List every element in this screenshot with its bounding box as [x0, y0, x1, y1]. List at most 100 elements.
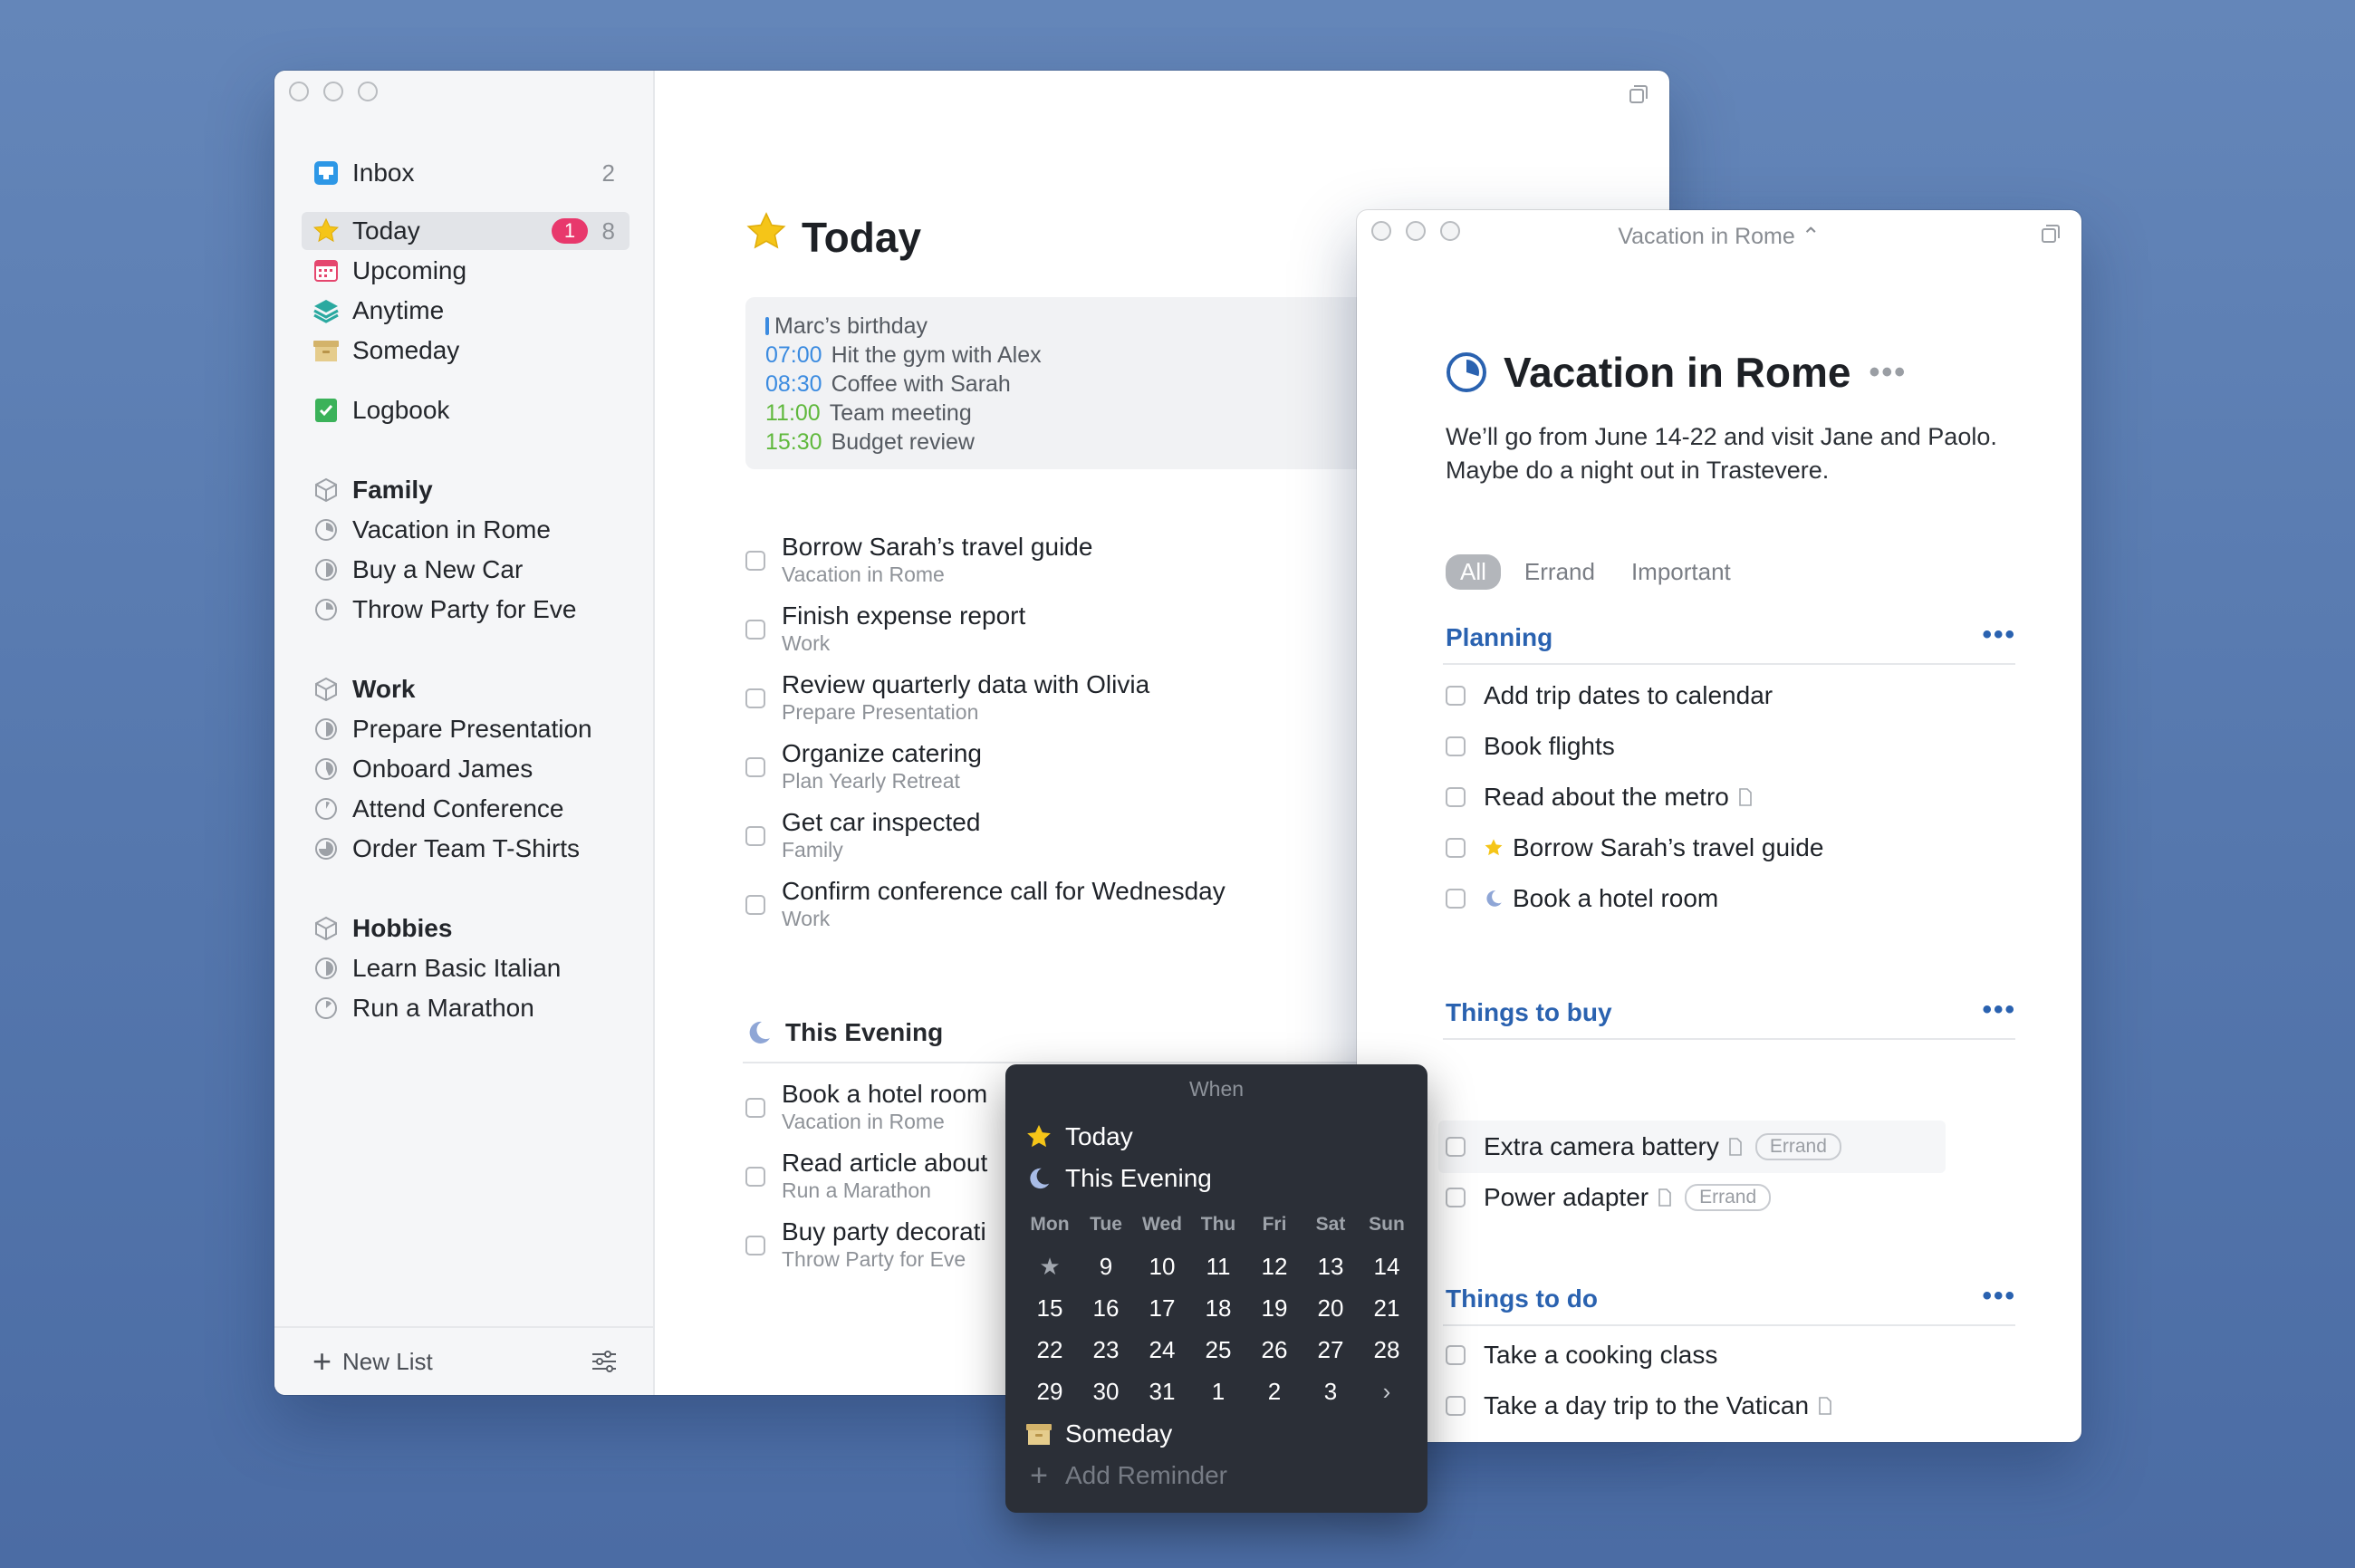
errand-tag[interactable]: Errand: [1754, 1133, 1841, 1160]
task-row[interactable]: Take a day trip to the Vatican: [1446, 1391, 1832, 1420]
date-cell[interactable]: 9: [1078, 1246, 1134, 1287]
sliders-icon[interactable]: [590, 1347, 619, 1376]
date-cell[interactable]: 23: [1078, 1329, 1134, 1371]
sidebar-item-someday[interactable]: Someday: [302, 332, 630, 370]
date-cell[interactable]: 11: [1190, 1246, 1246, 1287]
date-cell[interactable]: 26: [1246, 1329, 1302, 1371]
task-row[interactable]: Book a hotel room: [1446, 884, 1718, 913]
task-row[interactable]: Book a hotel room Vacation in Rome: [745, 1078, 987, 1132]
date-cell[interactable]: 10: [1134, 1246, 1190, 1287]
when-option-someday[interactable]: Someday: [1025, 1419, 1172, 1448]
sidebar-project-run-a-marathon[interactable]: Run a Marathon: [302, 989, 630, 1027]
task-row[interactable]: Buy party decorati Throw Party for Eve: [745, 1216, 986, 1270]
date-cell[interactable]: 19: [1246, 1287, 1302, 1329]
date-cell[interactable]: 14: [1359, 1246, 1415, 1287]
area-family[interactable]: Family: [302, 471, 630, 509]
heading-planning[interactable]: Planning •••: [1446, 620, 2016, 652]
date-cell[interactable]: 17: [1134, 1287, 1190, 1329]
sidebar-item-upcoming[interactable]: Upcoming: [302, 252, 630, 290]
date-cell[interactable]: 13: [1302, 1246, 1359, 1287]
task-row[interactable]: Extra camera battery Errand: [1446, 1132, 1841, 1161]
heading-more-button[interactable]: •••: [1982, 1281, 2016, 1312]
sidebar-item-anytime[interactable]: Anytime: [302, 292, 630, 330]
task-row[interactable]: Book flights: [1446, 732, 1615, 761]
task-checkbox[interactable]: [745, 1098, 765, 1118]
task-row[interactable]: Add trip dates to calendar: [1446, 681, 1773, 710]
area-hobbies[interactable]: Hobbies: [302, 909, 630, 948]
date-cell[interactable]: 25: [1190, 1329, 1246, 1371]
sidebar-project-throw-party-for-eve[interactable]: Throw Party for Eve: [302, 591, 630, 629]
date-cell[interactable]: 18: [1190, 1287, 1246, 1329]
task-checkbox[interactable]: [1446, 686, 1466, 706]
minimize-window-button[interactable]: [323, 82, 343, 101]
task-checkbox[interactable]: [1446, 1396, 1466, 1416]
task-checkbox[interactable]: [1446, 1137, 1466, 1157]
window-title[interactable]: Vacation in Rome ⌃: [1357, 223, 2081, 250]
heading-more-button[interactable]: •••: [1982, 995, 2016, 1025]
task-checkbox[interactable]: [1446, 787, 1466, 807]
date-cell[interactable]: 15: [1022, 1287, 1078, 1329]
project-more-button[interactable]: •••: [1869, 355, 1907, 390]
task-row[interactable]: Borrow Sarah’s travel guide: [1446, 833, 1823, 862]
sidebar-project-attend-conference[interactable]: Attend Conference: [302, 790, 630, 828]
task-row[interactable]: Take a cooking class: [1446, 1341, 1717, 1370]
next-month-chevron-icon[interactable]: ›: [1359, 1371, 1415, 1412]
sidebar-project-onboard-james[interactable]: Onboard James: [302, 750, 630, 788]
add-reminder-button[interactable]: + Add Reminder: [1025, 1458, 1227, 1493]
task-checkbox[interactable]: [1446, 838, 1466, 858]
tag-filter-all[interactable]: All: [1446, 554, 1501, 590]
task-checkbox[interactable]: [1446, 736, 1466, 756]
window-duplicate-icon[interactable]: [1628, 83, 1649, 105]
task-checkbox[interactable]: [745, 895, 765, 915]
task-row[interactable]: Read about the metro: [1446, 783, 1753, 812]
task-checkbox[interactable]: [1446, 889, 1466, 909]
date-cell[interactable]: 22: [1022, 1329, 1078, 1371]
date-cell[interactable]: 24: [1134, 1329, 1190, 1371]
task-checkbox[interactable]: [745, 826, 765, 846]
task-row[interactable]: Confirm conference call for Wednesday Wor…: [745, 875, 1226, 929]
project-notes[interactable]: We’ll go from June 14-22 and visit Jane …: [1446, 420, 2007, 487]
date-cell[interactable]: 1: [1190, 1371, 1246, 1412]
task-row[interactable]: Read article about Run a Marathon: [745, 1147, 987, 1201]
sidebar-project-vacation-in-rome[interactable]: Vacation in Rome: [302, 511, 630, 549]
date-cell-today[interactable]: ★: [1022, 1246, 1078, 1287]
when-option-today[interactable]: Today: [1025, 1122, 1133, 1151]
heading-things-to-buy[interactable]: Things to buy •••: [1446, 995, 2016, 1027]
task-checkbox[interactable]: [745, 1236, 765, 1255]
area-work[interactable]: Work: [302, 670, 630, 708]
task-row[interactable]: Power adapter Errand: [1446, 1183, 1772, 1212]
task-row[interactable]: Organize catering Plan Yearly Retreat: [745, 737, 982, 792]
date-cell[interactable]: 12: [1246, 1246, 1302, 1287]
task-row[interactable]: Review quarterly data with Olivia Prepare…: [745, 669, 1149, 723]
heading-more-button[interactable]: •••: [1982, 620, 2016, 650]
errand-tag[interactable]: Errand: [1685, 1184, 1772, 1211]
date-cell[interactable]: 31: [1134, 1371, 1190, 1412]
new-list-button[interactable]: + New List: [312, 1345, 433, 1378]
when-option-this-evening[interactable]: This Evening: [1025, 1164, 1212, 1193]
sidebar-item-inbox[interactable]: Inbox 2: [302, 154, 630, 192]
sidebar-project-prepare-presentation[interactable]: Prepare Presentation: [302, 710, 630, 748]
sidebar-project-learn-basic-italian[interactable]: Learn Basic Italian: [302, 949, 630, 987]
window-duplicate-icon[interactable]: [2040, 223, 2062, 245]
date-cell[interactable]: 21: [1359, 1287, 1415, 1329]
date-cell[interactable]: 16: [1078, 1287, 1134, 1329]
tag-filter-important[interactable]: Important: [1631, 558, 1731, 586]
sidebar-item-logbook[interactable]: Logbook: [302, 391, 630, 429]
task-checkbox[interactable]: [745, 620, 765, 640]
sidebar-project-order-team-t-shirts[interactable]: Order Team T-Shirts: [302, 830, 630, 868]
task-row[interactable]: Borrow Sarah’s travel guide Vacation in R…: [745, 531, 1092, 585]
close-window-button[interactable]: [289, 82, 309, 101]
tag-filter-errand[interactable]: Errand: [1524, 558, 1595, 586]
task-checkbox[interactable]: [745, 757, 765, 777]
task-checkbox[interactable]: [1446, 1345, 1466, 1365]
date-cell[interactable]: 2: [1246, 1371, 1302, 1412]
heading-things-to-do[interactable]: Things to do •••: [1446, 1281, 2016, 1313]
date-cell[interactable]: 27: [1302, 1329, 1359, 1371]
task-checkbox[interactable]: [1446, 1188, 1466, 1207]
date-cell[interactable]: 20: [1302, 1287, 1359, 1329]
date-cell[interactable]: 3: [1302, 1371, 1359, 1412]
zoom-window-button[interactable]: [358, 82, 378, 101]
sidebar-project-buy-a-new-car[interactable]: Buy a New Car: [302, 551, 630, 589]
sidebar-item-today[interactable]: Today 1 8: [302, 212, 630, 250]
date-cell[interactable]: 30: [1078, 1371, 1134, 1412]
